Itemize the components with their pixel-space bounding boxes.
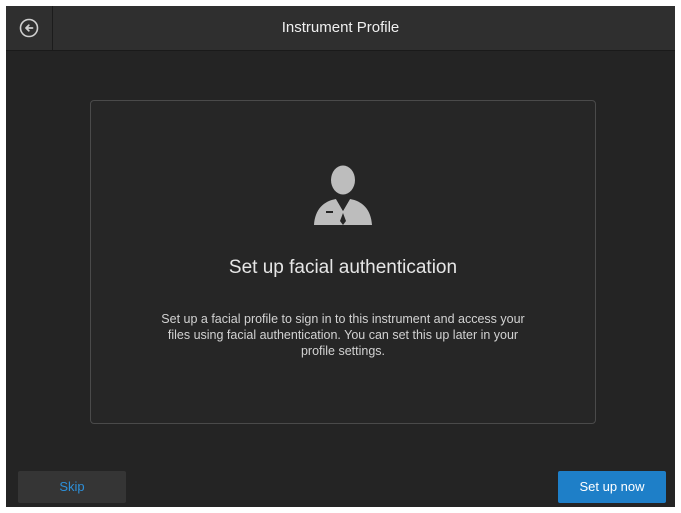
back-button[interactable]: [6, 6, 53, 50]
app-window: Instrument Profile Set up facial authent…: [6, 6, 675, 507]
user-profile-icon: [314, 165, 372, 225]
card-description: Set up a facial profile to sign in to th…: [161, 312, 525, 358]
header-bar: Instrument Profile: [6, 6, 675, 51]
page-title: Instrument Profile: [281, 19, 400, 36]
set-up-now-button[interactable]: Set up now: [558, 471, 666, 503]
skip-button[interactable]: Skip: [18, 471, 126, 503]
arrow-left-circle-icon: [19, 18, 39, 38]
card-heading: Set up facial authentication: [228, 257, 458, 278]
facial-auth-card: Set up facial authentication Set up a fa…: [90, 100, 596, 424]
